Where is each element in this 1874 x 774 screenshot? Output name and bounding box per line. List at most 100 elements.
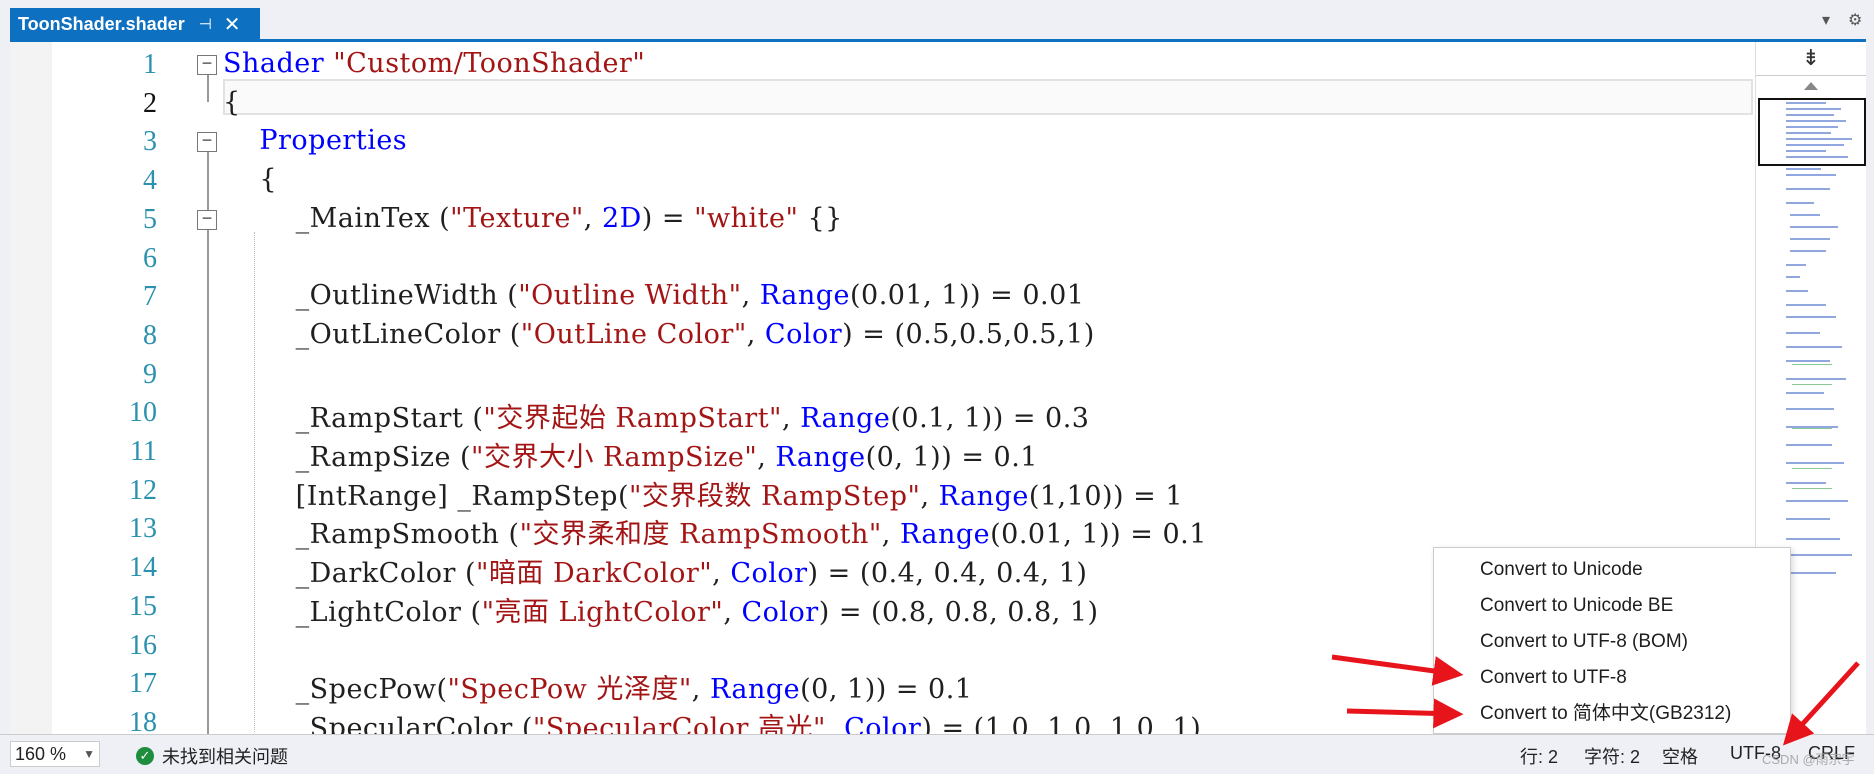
status-whitespace[interactable]: 空格 <box>1662 743 1698 769</box>
code-plain: , <box>746 318 765 350</box>
code-line[interactable]: 2{ <box>10 85 1755 124</box>
code-line[interactable]: 7 _OutlineWidth ("Outline Width", Range(… <box>10 278 1755 317</box>
code-line[interactable]: 12 [IntRange] _RampStep("交界段数 RampStep",… <box>10 472 1755 513</box>
code-string: "交界大小 RampSize" <box>471 442 758 473</box>
collapse-icon[interactable]: − <box>197 54 217 75</box>
issues-indicator[interactable]: ✓ 未找到相关问题 <box>136 743 288 769</box>
code-keyword: Color <box>764 318 843 350</box>
code-plain: { <box>223 164 278 196</box>
menu-item-convert-unicode[interactable]: Convert to Unicode <box>1434 552 1790 588</box>
chevron-down-icon: ▼ <box>83 747 95 761</box>
code-plain: {} <box>798 202 843 234</box>
line-number: 9 <box>143 358 157 390</box>
line-number: 7 <box>143 281 157 313</box>
code-plain: ) = (0.5,0.5,0.5,1) <box>842 318 1095 350</box>
code-line[interactable]: 4 { <box>10 162 1755 201</box>
code-line[interactable]: 1 − Shader "Custom/ToonShader" <box>10 46 1755 85</box>
code-plain: ) = (0.8, 0.8, 0.8, 1) <box>818 596 1099 628</box>
code-plain: _SpecPow( <box>223 674 448 706</box>
code-string: "交界柔和度 RampSmooth" <box>519 519 882 551</box>
code-plain: (0, 1)) = 0.1 <box>800 674 973 706</box>
code-string: "SpecPow 光泽度" <box>447 674 692 706</box>
line-number: 6 <box>143 242 157 274</box>
code-keyword: Properties <box>259 125 408 157</box>
code-plain: (1,10)) = 1 <box>1028 480 1184 512</box>
code-line[interactable]: 13 _RampSmooth ("交界柔和度 RampSmooth", Rang… <box>10 510 1755 551</box>
code-plain: , <box>691 674 710 706</box>
line-number: 5 <box>143 203 157 235</box>
menu-item-convert-unicode-be[interactable]: Convert to Unicode BE <box>1434 588 1790 624</box>
code-line[interactable]: 10 _RampStart ("交界起始 RampStart", Range(0… <box>10 394 1755 435</box>
code-text: Properties <box>223 125 407 156</box>
close-icon[interactable]: ✕ <box>224 12 241 37</box>
code-plain: _OutLineColor ( <box>223 318 521 350</box>
code-keyword: Range <box>775 442 866 473</box>
code-text: [IntRange] _RampStep("交界段数 RampStep", Ra… <box>223 474 1183 513</box>
code-plain: { <box>223 86 241 118</box>
code-plain: _MainTex ( <box>223 202 451 234</box>
code-keyword: Range <box>709 674 801 706</box>
line-number: 11 <box>130 436 157 467</box>
code-string: "Custom/ToonShader" <box>333 48 646 79</box>
line-number: 12 <box>129 474 157 506</box>
code-plain: _LightColor ( <box>223 596 482 628</box>
code-string: "OutLine Color" <box>520 318 747 350</box>
code-plain: _RampStart ( <box>223 403 484 435</box>
code-text: Shader "Custom/ToonShader" <box>223 48 645 79</box>
code-string: "Texture" <box>450 202 584 234</box>
code-text: { <box>223 87 241 118</box>
code-plain: ) = <box>641 202 695 234</box>
line-number: 1 <box>143 49 157 80</box>
code-string: "交界起始 RampStart" <box>483 403 782 435</box>
line-number: 17 <box>129 668 157 700</box>
code-text: _DarkColor ("暗面 DarkColor", Color) = (0.… <box>223 551 1087 590</box>
menu-item-convert-utf8-bom[interactable]: Convert to UTF-8 (BOM) <box>1434 624 1790 660</box>
tab-list-dropdown-icon[interactable]: ▾ <box>1822 10 1830 30</box>
code-plain: [IntRange] _RampStep( <box>223 480 629 512</box>
collapse-icon[interactable]: − <box>197 131 217 153</box>
code-keyword: Range <box>759 280 850 312</box>
tab-bar: ToonShader.shader ⊣ ✕ ▾ ⚙ <box>0 0 1874 42</box>
code-line[interactable]: 11 _RampSize ("交界大小 RampSize", Range(0, … <box>10 433 1755 473</box>
code-text: _MainTex ("Texture", 2D) = "white" {} <box>223 203 843 234</box>
code-line[interactable]: 5 − _MainTex ("Texture", 2D) = "white" {} <box>10 201 1755 240</box>
code-plain: , <box>583 202 602 234</box>
code-text: _OutLineColor ("OutLine Color", Color) =… <box>223 319 1095 350</box>
gear-icon[interactable]: ⚙ <box>1848 10 1862 30</box>
code-plain: , <box>723 596 742 628</box>
encoding-menu: Convert to Unicode Convert to Unicode BE… <box>1433 547 1791 734</box>
code-plain: , <box>757 442 776 473</box>
minimap-viewport[interactable] <box>1758 98 1866 166</box>
line-number: 2 <box>143 87 157 119</box>
code-plain: (0.01, 1)) = 0.01 <box>849 280 1085 312</box>
code-line[interactable]: 8 _OutLineColor ("OutLine Color", Color)… <box>10 317 1755 356</box>
code-line[interactable]: 9 <box>10 356 1755 395</box>
code-plain: (0.01, 1)) = 0.1 <box>990 519 1207 551</box>
issues-text: 未找到相关问题 <box>162 747 288 767</box>
code-text: _SpecPow("SpecPow 光泽度", Range(0, 1)) = 0… <box>223 667 973 706</box>
collapse-icon[interactable]: − <box>197 209 217 230</box>
code-text: { <box>223 164 277 195</box>
code-plain: _RampSmooth ( <box>223 519 520 551</box>
zoom-select[interactable]: 160 % ▼ <box>10 741 100 767</box>
line-number: 16 <box>129 629 157 661</box>
zoom-value: 160 % <box>15 744 67 764</box>
status-line[interactable]: 行: 2 <box>1520 743 1558 769</box>
code-plain: , <box>881 519 900 551</box>
line-number: 10 <box>129 397 157 429</box>
code-string: "交界段数 RampStep" <box>629 480 921 512</box>
pin-icon[interactable]: ⊣ <box>199 15 212 33</box>
code-plain: , <box>920 480 939 512</box>
code-line[interactable]: 6 <box>10 240 1755 279</box>
status-char[interactable]: 字符: 2 <box>1584 743 1640 769</box>
line-number: 13 <box>129 513 157 545</box>
tab-toonshader[interactable]: ToonShader.shader ⊣ ✕ <box>10 8 260 40</box>
line-number: 15 <box>129 590 157 622</box>
code-plain: _RampSize ( <box>223 442 472 473</box>
code-line[interactable]: 3 − Properties <box>10 123 1755 162</box>
code-string: "Outline Width" <box>518 280 742 312</box>
line-number: 8 <box>143 319 157 351</box>
code-text: _LightColor ("亮面 LightColor", Color) = (… <box>223 590 1099 629</box>
menu-item-convert-utf8[interactable]: Convert to UTF-8 <box>1434 660 1790 696</box>
menu-item-convert-gb2312[interactable]: Convert to 简体中文(GB2312) <box>1434 696 1790 732</box>
